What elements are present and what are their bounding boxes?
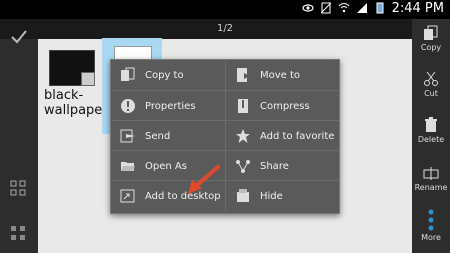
status-time: 2:44 PM <box>391 1 444 16</box>
status-bar: 2:44 PM <box>0 0 450 19</box>
menu-item-hide[interactable]: Hide <box>225 181 339 211</box>
star-icon <box>236 129 250 143</box>
privacy-eye-icon <box>302 4 314 12</box>
more-button[interactable]: More <box>412 209 450 242</box>
cut-label: Cut <box>424 89 438 98</box>
signal-icon <box>357 3 367 13</box>
context-menu: Copy to Move to Properties Compress Send… <box>110 59 340 214</box>
menu-item-move-to[interactable]: Move to <box>225 60 339 90</box>
no-sim-icon <box>320 2 332 14</box>
copy-label: Copy <box>420 43 442 52</box>
desktop-shortcut-icon <box>120 189 135 203</box>
send-icon <box>120 129 135 143</box>
check-icon[interactable] <box>9 27 29 47</box>
file-thumbnail-black-wallpaper[interactable] <box>49 50 95 86</box>
copy-icon <box>424 25 438 40</box>
delete-button[interactable]: Delete <box>412 117 450 144</box>
menu-label: Move to <box>260 69 301 81</box>
info-icon <box>121 99 135 113</box>
cut-button[interactable]: Cut <box>412 71 450 98</box>
hide-icon <box>237 189 249 202</box>
menu-row: Add to desktop Hide <box>111 180 339 211</box>
menu-row: Properties Compress <box>111 90 339 121</box>
file-label: black-wallpaper- <box>44 88 112 118</box>
menu-item-properties[interactable]: Properties <box>111 91 224 121</box>
menu-label: Add to favorite <box>260 130 335 142</box>
menu-row: Send Add to favorite <box>111 120 339 151</box>
right-action-panel: Copy Cut Delete Rename More <box>412 19 450 253</box>
menu-item-send[interactable]: Send <box>111 121 224 151</box>
wifi-icon <box>338 3 350 13</box>
copy-to-icon <box>121 67 135 81</box>
menu-label: Send <box>145 130 171 142</box>
move-to-icon <box>237 68 250 82</box>
select-grid-icon[interactable] <box>10 180 26 196</box>
battery-icon <box>376 2 384 14</box>
annotation-arrow <box>188 165 220 194</box>
menu-label: Properties <box>145 100 196 112</box>
menu-label: Compress <box>260 100 310 112</box>
compress-icon <box>238 99 248 113</box>
menu-item-share[interactable]: Share <box>225 151 339 181</box>
rename-button[interactable]: Rename <box>412 165 450 192</box>
page-indicator: 1/2 <box>216 23 234 34</box>
menu-label: Hide <box>260 190 283 202</box>
file-type-badge <box>81 72 95 86</box>
rename-label: Rename <box>414 183 448 192</box>
menu-label: Copy to <box>145 69 184 81</box>
trash-icon <box>425 117 437 132</box>
top-toolbar: 1/2 <box>0 19 450 39</box>
menu-row: Copy to Move to <box>111 60 339 90</box>
share-icon <box>236 160 250 173</box>
more-label: More <box>421 233 441 242</box>
more-icon <box>428 209 434 231</box>
left-panel <box>0 30 38 253</box>
menu-label: Open As <box>145 160 187 172</box>
menu-item-add-to-favorite[interactable]: Add to favorite <box>225 121 339 151</box>
menu-row: Open As Share <box>111 150 339 181</box>
menu-item-copy-to[interactable]: Copy to <box>111 60 224 90</box>
delete-label: Delete <box>417 135 445 144</box>
scissors-icon <box>424 71 438 86</box>
status-icons <box>302 2 386 14</box>
select-all-icon[interactable] <box>10 225 26 241</box>
rename-icon <box>423 167 439 180</box>
copy-button[interactable]: Copy <box>412 25 450 52</box>
folder-open-icon <box>121 162 135 171</box>
menu-label: Share <box>260 160 289 172</box>
menu-item-compress[interactable]: Compress <box>225 91 339 121</box>
